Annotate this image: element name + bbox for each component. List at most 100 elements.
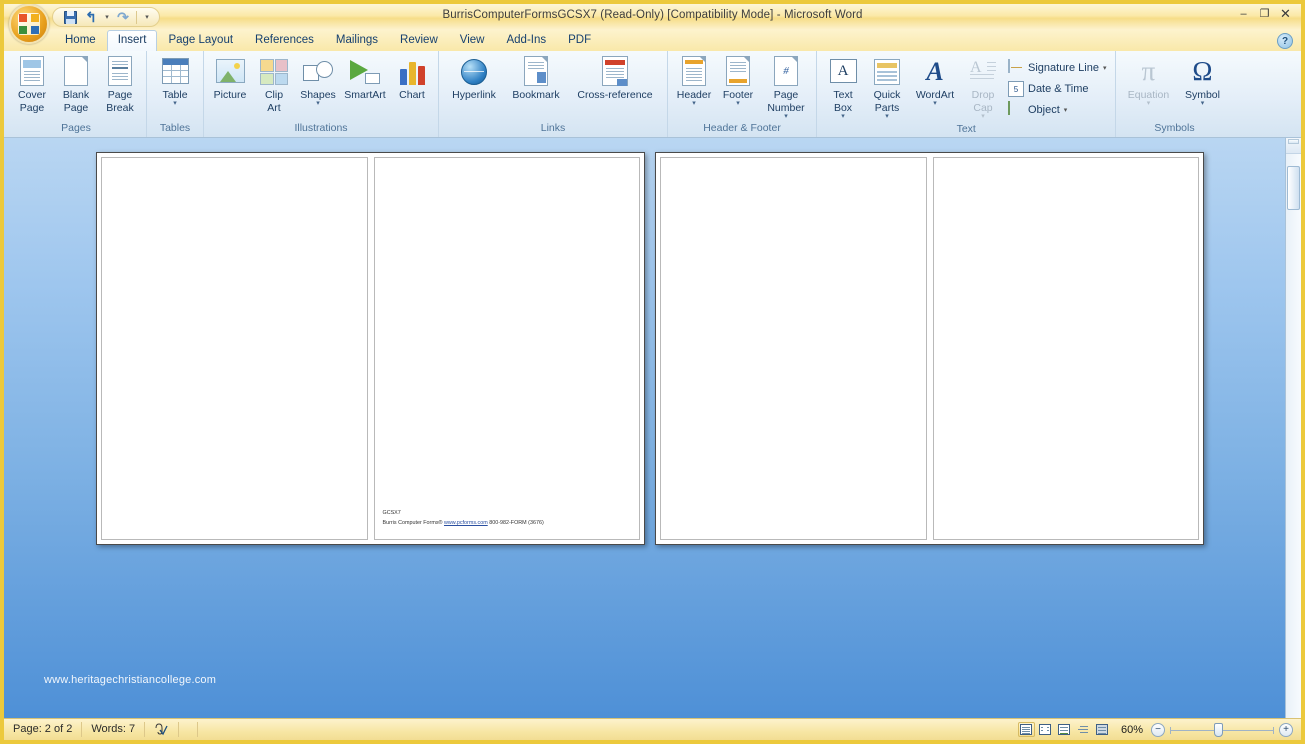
group-label-links: Links [443,122,663,137]
symbol-icon: Ω [1182,56,1222,88]
undo-dropdown[interactable]: ▾ [103,9,111,26]
page-indicator[interactable]: Page: 2 of 2 [4,722,82,737]
cross-reference-label: Cross-reference [577,90,652,101]
quick-parts-button[interactable]: Quick Parts ▾ [865,54,909,122]
redo-button[interactable]: ↷ [114,9,132,26]
page-break-label2: Break [106,103,133,114]
drop-cap-button[interactable]: A Drop Cap ▾ [961,54,1005,122]
chevron-down-icon: ▾ [145,13,149,21]
blank-page-button[interactable]: Blank Page [54,54,98,116]
group-label-pages: Pages [10,122,142,137]
minimize-button[interactable]: – [1234,6,1253,21]
hyperlink-label: Hyperlink [452,90,496,101]
chart-button[interactable]: Chart [390,54,434,103]
tab-pdf[interactable]: PDF [557,31,602,51]
footer-icon [722,56,754,88]
view-full-screen-reading-button[interactable] [1037,722,1054,737]
zoom-slider[interactable] [1170,723,1274,737]
view-print-layout-button[interactable] [1018,722,1035,737]
tab-add-ins[interactable]: Add-Ins [495,31,557,51]
ribbon: Cover Page Blank Page [4,51,1301,138]
page-2-panel-right [933,157,1200,540]
signature-line-button[interactable]: Signature Line ▾ [1005,58,1111,79]
cover-page-label2: Page [20,103,45,114]
group-label-symbols: Symbols [1120,122,1228,137]
vertical-scrollbar[interactable] [1285,138,1301,724]
smartart-button[interactable]: SmartArt [340,54,390,103]
header-button[interactable]: Header ▾ [672,54,716,109]
zoom-out-button[interactable]: − [1151,723,1165,737]
tab-insert[interactable]: Insert [107,30,158,52]
footer-button[interactable]: Footer ▾ [716,54,760,109]
view-buttons [1012,722,1117,737]
customize-qat-button[interactable]: ▾ [141,9,153,26]
status-bar-right: 60% − + [1012,722,1301,737]
office-logo-icon [18,13,40,35]
scrollbar-thumb[interactable] [1287,166,1300,210]
signature-line-label: Signature Line [1028,62,1099,74]
tab-review[interactable]: Review [389,31,449,51]
equation-button[interactable]: π Equation ▾ [1120,54,1176,109]
save-button[interactable] [61,9,79,26]
save-icon [64,11,77,24]
quick-access-toolbar: ↰ ▾ ↷ ▾ [52,7,160,27]
scroll-split-handle[interactable] [1286,138,1301,154]
chevron-down-icon: ▾ [1147,101,1151,107]
ribbon-group-tables: Table ▾ Tables [147,51,204,137]
clip-art-button[interactable]: Clip Art [252,54,296,116]
bookmark-button[interactable]: Bookmark [505,54,567,103]
undo-button[interactable]: ↰ [82,9,100,26]
object-button[interactable]: Object ▾ [1005,100,1111,121]
zoom-level[interactable]: 60% [1117,724,1151,736]
text-box-icon: A [827,56,859,88]
document-page-1[interactable]: GCSX7 Burris Computer Forms® www.pcforms… [96,152,645,545]
date-time-label: Date & Time [1028,83,1089,95]
text-small-buttons: Signature Line ▾ 5 Date & Time Object ▾ [1005,54,1111,123]
tab-mailings[interactable]: Mailings [325,31,389,51]
text-box-label: Text [833,90,852,101]
pages-container: GCSX7 Burris Computer Forms® www.pcforms… [96,152,1204,545]
picture-button[interactable]: Picture [208,54,252,103]
chevron-down-icon: ▾ [1064,106,1068,114]
zoom-in-button[interactable]: + [1279,723,1293,737]
page-break-button[interactable]: Page Break [98,54,142,116]
proofing-status-button[interactable] [145,722,179,737]
cross-reference-button[interactable]: Cross-reference [567,54,663,103]
tab-home[interactable]: Home [54,31,107,51]
wordart-button[interactable]: A WordArt ▾ [909,54,961,109]
form-footer: GCSX7 Burris Computer Forms® www.pcforms… [383,509,544,527]
cover-page-button[interactable]: Cover Page [10,54,54,116]
page-break-icon [104,56,136,88]
restore-button[interactable]: ❐ [1255,6,1274,21]
tab-page-layout[interactable]: Page Layout [157,31,244,51]
hyperlink-button[interactable]: Hyperlink [443,54,505,103]
view-outline-button[interactable] [1075,722,1092,737]
pcforms-link[interactable]: www.pcforms.com [444,520,488,526]
close-button[interactable]: ✕ [1276,6,1295,21]
view-web-layout-button[interactable] [1056,722,1073,737]
symbol-button[interactable]: Ω Symbol ▾ [1176,54,1228,109]
draft-icon [1096,724,1108,735]
table-button[interactable]: Table ▾ [151,54,199,109]
document-canvas[interactable]: GCSX7 Burris Computer Forms® www.pcforms… [4,138,1301,724]
select-browse-object-icon[interactable] [1287,154,1300,166]
document-page-2[interactable] [655,152,1204,545]
tab-references[interactable]: References [244,31,325,51]
chevron-down-icon: ▾ [784,114,788,120]
view-draft-button[interactable] [1094,722,1111,737]
clip-art-label2: Art [267,103,280,114]
picture-label: Picture [214,90,247,101]
zoom-slider-thumb[interactable] [1214,723,1223,737]
text-box-button[interactable]: A Text Box ▾ [821,54,865,122]
word-count[interactable]: Words: 7 [82,722,145,737]
blank-page-label: Blank [63,90,89,101]
page-number-button[interactable]: # Page Number ▾ [760,54,812,122]
tab-view[interactable]: View [449,31,496,51]
page-1-panel-right: GCSX7 Burris Computer Forms® www.pcforms… [374,157,641,540]
signature-line-icon [1008,60,1024,76]
shapes-button[interactable]: Shapes ▾ [296,54,340,109]
help-icon[interactable]: ? [1277,33,1293,49]
date-time-button[interactable]: 5 Date & Time [1005,79,1111,100]
smartart-label: SmartArt [344,90,385,101]
office-button[interactable] [9,4,49,44]
